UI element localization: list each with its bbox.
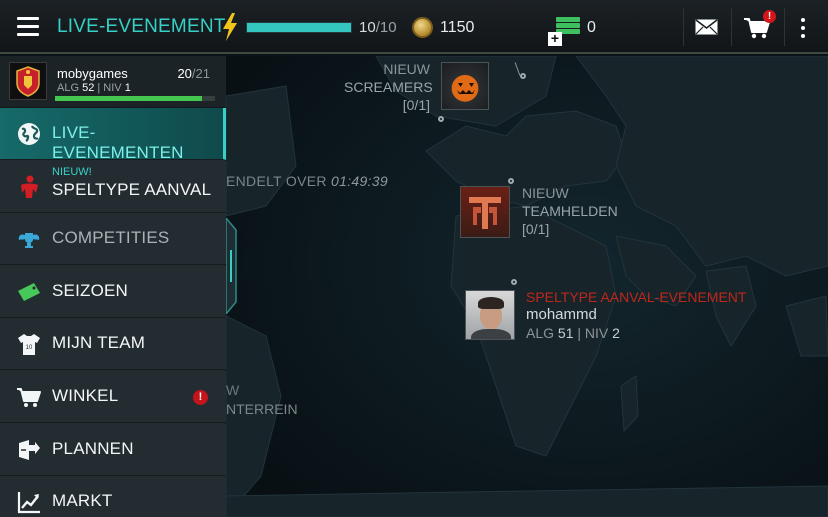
sidebar-item-seizoen[interactable]: SEIZOEN bbox=[0, 265, 226, 318]
profile-counter: 20/21 bbox=[177, 66, 210, 81]
team-heroes-logo-icon bbox=[469, 197, 501, 229]
sidebar-item-speltype-aanval[interactable]: NIEUW! SPELTYPE AANVAL bbox=[0, 160, 226, 213]
world-map[interactable]: NIEUW SCREAMERS [0/1] ENDELT OVER 01:49:… bbox=[226, 56, 828, 517]
plan-icon bbox=[16, 437, 42, 463]
menu-hamburger-icon[interactable] bbox=[17, 17, 39, 36]
event-screamers-thumbnail[interactable] bbox=[441, 62, 489, 110]
mail-icon[interactable] bbox=[695, 19, 718, 35]
cash-balance: 0 bbox=[587, 19, 596, 36]
trophy-wings-icon bbox=[16, 226, 42, 252]
coin-balance: 1150 bbox=[440, 19, 475, 36]
sidebar-item-competities[interactable]: COMPETITIES bbox=[0, 213, 226, 266]
map-pin bbox=[511, 279, 517, 285]
sidebar-item-plannen[interactable]: PLANNEN bbox=[0, 423, 226, 476]
sidebar-item-mijn-team[interactable]: 10 MIJN TEAM bbox=[0, 318, 226, 371]
chart-icon bbox=[16, 489, 42, 515]
map-pin bbox=[438, 116, 444, 122]
sidebar-item-label: MIJN TEAM bbox=[52, 333, 146, 353]
page-title: LIVE-EVENEMENT bbox=[57, 16, 226, 37]
top-bar: LIVE-EVENEMENT 10/10 1150 + 0 ! bbox=[0, 0, 828, 54]
divider bbox=[784, 8, 785, 46]
energy-counter: 10/10 bbox=[359, 19, 397, 36]
sidebar-item-label: PLANNEN bbox=[52, 438, 134, 458]
event-teamhelden-thumbnail[interactable] bbox=[460, 186, 510, 238]
attack-player-icon bbox=[16, 174, 42, 200]
globe-icon bbox=[16, 121, 42, 147]
partial-event-title: NTERREIN bbox=[226, 401, 298, 417]
new-tag: NIEUW! bbox=[52, 165, 92, 178]
sidebar-item-label: COMPETITIES bbox=[52, 228, 170, 248]
side-menu: mobygames 20/21 ALG 52 | NIV 1 LIVE-EVEN… bbox=[0, 56, 226, 517]
coin-icon bbox=[412, 17, 433, 38]
sidebar-item-label: SPELTYPE AANVAL bbox=[52, 179, 212, 199]
sidebar-item-markt[interactable]: MARKT bbox=[0, 476, 226, 517]
map-pin bbox=[508, 178, 514, 184]
ticket-icon bbox=[16, 279, 42, 305]
energy-bar bbox=[246, 22, 352, 33]
jersey-icon: 10 bbox=[16, 331, 42, 357]
pumpkin-icon bbox=[457, 83, 475, 94]
event-screamers-label[interactable]: NIEUW SCREAMERS [0/1] bbox=[344, 60, 433, 114]
sidebar-item-winkel[interactable]: WINKEL! bbox=[0, 371, 226, 423]
event-countdown: ENDELT OVER 01:49:39 bbox=[226, 173, 388, 189]
cart-alert-badge: ! bbox=[763, 10, 776, 23]
cart-icon bbox=[16, 384, 42, 410]
sidebar-item-label: MARKT bbox=[52, 491, 113, 511]
partial-event-tag: W bbox=[226, 382, 240, 398]
divider bbox=[683, 8, 684, 46]
add-cash-button[interactable]: + bbox=[548, 31, 562, 46]
sidebar-item-live-evenementen[interactable]: LIVE-EVENEMENTEN bbox=[0, 108, 226, 162]
event-teamhelden-label[interactable]: NIEUW TEAMHELDEN [0/1] bbox=[522, 184, 618, 238]
more-options-icon[interactable] bbox=[800, 18, 806, 38]
sidebar-collapse-handle[interactable] bbox=[226, 218, 242, 314]
opponent-avatar[interactable] bbox=[465, 290, 515, 340]
sidebar-item-label: LIVE-EVENEMENTEN bbox=[52, 123, 184, 162]
svg-text:10: 10 bbox=[26, 345, 33, 351]
profile-card[interactable]: mobygames 20/21 ALG 52 | NIV 1 bbox=[0, 56, 226, 108]
sidebar-item-label: SEIZOEN bbox=[52, 280, 129, 300]
club-crest-icon bbox=[9, 62, 47, 100]
username: mobygames bbox=[57, 66, 128, 81]
xp-progress-bar bbox=[55, 96, 215, 101]
event-attack-label[interactable]: SPELTYPE AANVAL-EVENEMENT mohammd ALG 51… bbox=[526, 288, 746, 342]
alert-badge: ! bbox=[193, 390, 208, 405]
divider bbox=[731, 8, 732, 46]
map-landmass bbox=[226, 56, 828, 517]
energy-bolt-icon bbox=[223, 13, 237, 41]
profile-stats: ALG 52 | NIV 1 bbox=[57, 82, 131, 94]
sidebar-item-label: WINKEL bbox=[52, 386, 119, 405]
map-pin bbox=[520, 73, 526, 79]
